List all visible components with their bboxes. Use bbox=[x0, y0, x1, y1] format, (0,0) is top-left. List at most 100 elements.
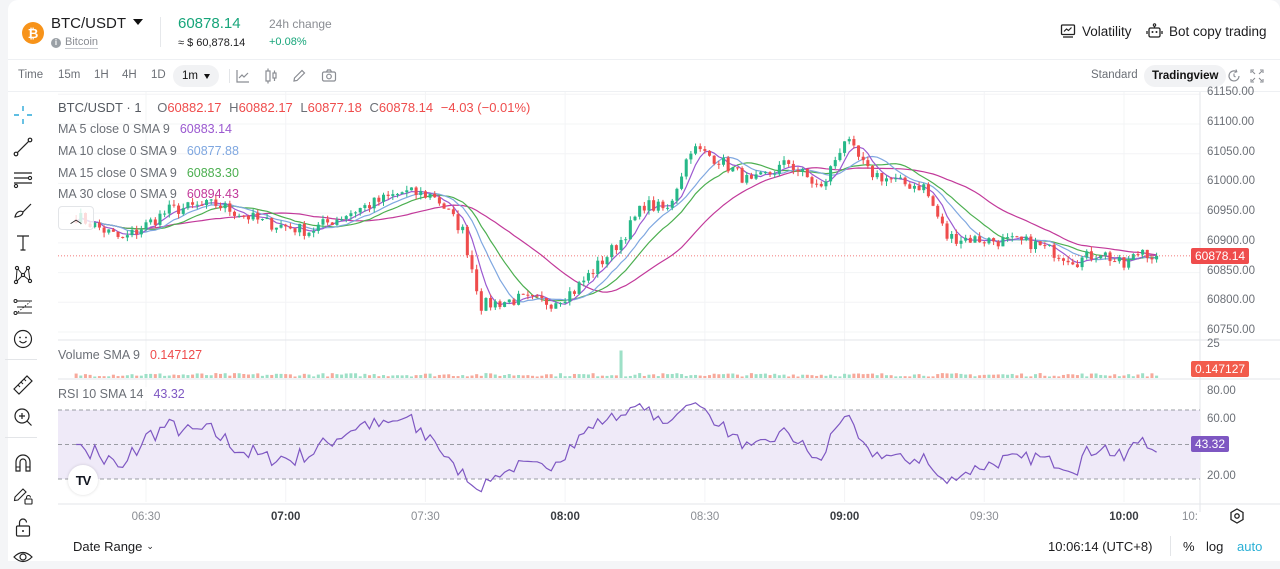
ma10-legend[interactable]: MA 10 close 0 SMA 9 60877.88 bbox=[58, 144, 239, 158]
zoom-in-tool[interactable] bbox=[8, 405, 38, 429]
ma5-legend[interactable]: MA 5 close 0 SMA 9 60883.14 bbox=[58, 122, 232, 136]
ohlc-legend: BTC/USDT · 1 O60882.17 H60882.17 L60877.… bbox=[58, 100, 530, 115]
volume-bar bbox=[987, 374, 991, 378]
view-tradingview-tab[interactable]: Tradingview bbox=[1144, 65, 1227, 87]
ma30-legend[interactable]: MA 30 close 0 SMA 9 60894.43 bbox=[58, 187, 239, 201]
interval-4h[interactable]: 4H bbox=[122, 69, 137, 81]
volume-bar bbox=[191, 374, 195, 378]
volume-bar bbox=[563, 376, 567, 378]
volume-bar bbox=[246, 374, 250, 378]
volume-bar bbox=[680, 374, 684, 378]
volume-bar bbox=[1066, 374, 1070, 378]
price-axis-label: 60800.00 bbox=[1207, 294, 1255, 307]
brush-tool[interactable] bbox=[8, 199, 38, 223]
pair-selector[interactable]: BTC/USDT bbox=[51, 15, 143, 32]
lock-drawings-tool[interactable] bbox=[8, 483, 38, 507]
volume-bar bbox=[321, 373, 325, 378]
view-standard-tab[interactable]: Standard bbox=[1091, 69, 1138, 81]
interval-15m[interactable]: 15m bbox=[58, 69, 80, 81]
candle-body bbox=[428, 193, 432, 198]
divider bbox=[5, 359, 37, 360]
candle-body bbox=[1071, 262, 1075, 265]
crosshair-tool[interactable] bbox=[8, 103, 38, 127]
candle-body bbox=[107, 229, 111, 233]
candle-body bbox=[335, 219, 339, 225]
rsi-legend[interactable]: RSI 10 SMA 14 43.32 bbox=[58, 387, 189, 401]
candle-body bbox=[857, 145, 861, 157]
volume-bar bbox=[568, 376, 572, 378]
candle-body bbox=[624, 239, 628, 241]
candle-body bbox=[619, 240, 623, 251]
emoji-tool[interactable] bbox=[8, 327, 38, 351]
ruler-icon bbox=[13, 375, 33, 395]
volume-bar bbox=[1127, 374, 1131, 378]
volume-bar bbox=[558, 373, 562, 378]
collapse-legend-button[interactable]: ︿ bbox=[58, 206, 94, 230]
volume-bar bbox=[647, 374, 651, 378]
volume-bar bbox=[703, 375, 707, 378]
interval-dropdown[interactable]: 1m bbox=[173, 65, 219, 87]
volume-bar bbox=[465, 376, 469, 378]
candle-body bbox=[433, 193, 437, 198]
horizontal-lines-tool[interactable] bbox=[8, 167, 38, 191]
candle-body bbox=[470, 255, 474, 270]
ma15-legend[interactable]: MA 15 close 0 SMA 9 60883.30 bbox=[58, 166, 239, 180]
volume-bar bbox=[409, 376, 413, 378]
text-tool[interactable] bbox=[8, 231, 38, 255]
chart-settings-icon[interactable] bbox=[1228, 507, 1246, 525]
candle-body bbox=[838, 152, 842, 161]
divider bbox=[5, 437, 37, 438]
candle-body bbox=[326, 219, 330, 223]
volume-bar bbox=[936, 374, 940, 378]
volume-bar bbox=[242, 374, 246, 378]
volume-bar bbox=[642, 375, 646, 378]
pattern-tool[interactable] bbox=[8, 263, 38, 287]
volume-bar bbox=[377, 376, 381, 378]
auto-toggle[interactable]: auto bbox=[1237, 539, 1262, 554]
volume-bar bbox=[1131, 376, 1135, 378]
volume-bar bbox=[763, 373, 767, 378]
volatility-button[interactable]: Volatility bbox=[1060, 23, 1132, 39]
candle-body bbox=[484, 298, 488, 311]
candle-body bbox=[652, 200, 656, 211]
volume-legend[interactable]: Volume SMA 9 0.147127 bbox=[58, 348, 202, 362]
candle-body bbox=[316, 224, 320, 231]
fib-tool[interactable] bbox=[8, 295, 38, 319]
percent-toggle[interactable]: % bbox=[1183, 539, 1195, 554]
history-clock-icon[interactable] bbox=[1225, 67, 1243, 85]
interval-time[interactable]: Time bbox=[18, 69, 43, 81]
tradingview-logo[interactable]: TV bbox=[68, 465, 98, 495]
coin-name-link[interactable]: i Bitcoin bbox=[51, 36, 99, 49]
legend-close: C60878.14 bbox=[369, 100, 434, 115]
fullscreen-icon[interactable] bbox=[1248, 67, 1266, 85]
visibility-tool[interactable] bbox=[8, 545, 38, 569]
candle-body bbox=[1103, 252, 1107, 256]
indicators-icon[interactable] bbox=[234, 67, 252, 85]
volume-bar bbox=[279, 373, 283, 378]
trendline-tool[interactable] bbox=[8, 135, 38, 159]
volume-bar bbox=[982, 374, 986, 378]
camera-icon[interactable] bbox=[320, 67, 338, 85]
ruler-tool[interactable] bbox=[8, 373, 38, 397]
magnet-tool[interactable] bbox=[8, 451, 38, 475]
candle-body bbox=[395, 193, 399, 195]
volume-bar bbox=[107, 376, 111, 378]
date-range-dropdown[interactable]: Date Range ⌄ bbox=[73, 539, 154, 554]
interval-1h[interactable]: 1H bbox=[94, 69, 109, 81]
volume-bar bbox=[591, 373, 595, 378]
volume-bar bbox=[689, 375, 693, 378]
lock-tool[interactable] bbox=[8, 515, 38, 539]
volume-bar bbox=[307, 374, 311, 378]
volume-bar bbox=[875, 375, 879, 378]
volume-bar bbox=[451, 376, 455, 378]
interval-1d[interactable]: 1D bbox=[151, 69, 166, 81]
log-toggle[interactable]: log bbox=[1206, 539, 1223, 554]
bot-copy-trading-button[interactable]: Bot copy trading bbox=[1146, 23, 1267, 40]
volume-bar bbox=[419, 375, 423, 378]
legend-high: H60882.17 bbox=[229, 100, 293, 115]
volume-bar bbox=[675, 373, 679, 378]
pencil-icon[interactable] bbox=[290, 67, 308, 85]
volume-bar bbox=[526, 375, 530, 378]
crosshair-icon bbox=[14, 106, 32, 124]
candle-type-icon[interactable] bbox=[262, 67, 280, 85]
